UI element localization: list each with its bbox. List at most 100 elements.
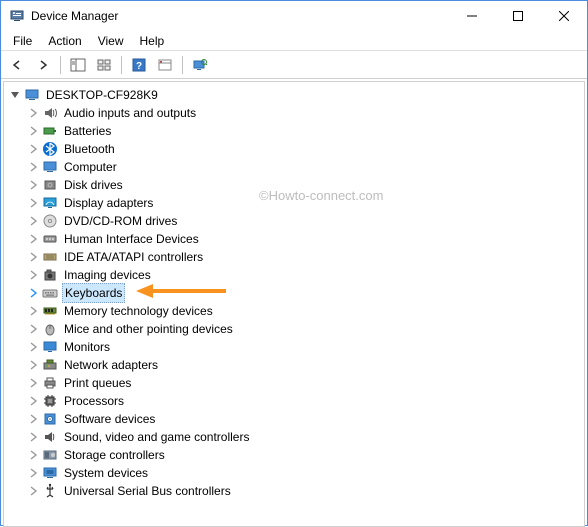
expand-toggle-icon[interactable] <box>26 484 40 498</box>
expand-toggle-icon[interactable] <box>26 412 40 426</box>
forward-button[interactable] <box>31 54 55 76</box>
expand-toggle-icon[interactable] <box>26 358 40 372</box>
category-label: Mice and other pointing devices <box>62 320 235 338</box>
category-label: Processors <box>62 392 126 410</box>
category-label: Software devices <box>62 410 157 428</box>
category-label: Keyboards <box>62 283 125 303</box>
tree-category[interactable]: Audio inputs and outputs <box>8 104 580 122</box>
tree-category[interactable]: Storage controllers <box>8 446 580 464</box>
expand-toggle-icon[interactable] <box>26 268 40 282</box>
category-label: Imaging devices <box>62 266 153 284</box>
titlebar: Device Manager <box>1 1 587 31</box>
tree-category[interactable]: Software devices <box>8 410 580 428</box>
expand-toggle-icon[interactable] <box>26 196 40 210</box>
expand-toggle-icon[interactable] <box>26 250 40 264</box>
device-tree[interactable]: DESKTOP-CF928K9 Audio inputs and outputs… <box>3 81 585 527</box>
tree-category[interactable]: Bluetooth <box>8 140 580 158</box>
tree-category[interactable]: Imaging devices <box>8 266 580 284</box>
show-hide-tree-button[interactable] <box>66 54 90 76</box>
expand-toggle-icon[interactable] <box>26 376 40 390</box>
tree-root[interactable]: DESKTOP-CF928K9 <box>8 86 580 104</box>
memory-icon <box>42 303 58 319</box>
menu-action[interactable]: Action <box>40 32 89 50</box>
printer-icon <box>42 375 58 391</box>
expand-toggle-icon[interactable] <box>26 448 40 462</box>
actions-button[interactable] <box>153 54 177 76</box>
category-label: Memory technology devices <box>62 302 215 320</box>
expand-toggle-icon[interactable] <box>26 106 40 120</box>
expand-toggle-icon[interactable] <box>26 430 40 444</box>
tree-category[interactable]: System devices <box>8 464 580 482</box>
expand-toggle-icon[interactable] <box>26 304 40 318</box>
tree-category[interactable]: IDE ATA/ATAPI controllers <box>8 248 580 266</box>
tree-category[interactable]: Print queues <box>8 374 580 392</box>
expand-toggle-icon[interactable] <box>26 340 40 354</box>
tree-category[interactable]: Keyboards <box>8 284 580 302</box>
category-label: DVD/CD-ROM drives <box>62 212 179 230</box>
back-button[interactable] <box>5 54 29 76</box>
computer-icon <box>24 87 40 103</box>
monitor-icon <box>42 339 58 355</box>
expand-toggle-icon[interactable] <box>26 124 40 138</box>
tree-category[interactable]: Sound, video and game controllers <box>8 428 580 446</box>
category-label: Sound, video and game controllers <box>62 428 251 446</box>
category-label: Print queues <box>62 374 133 392</box>
category-label: Monitors <box>62 338 112 356</box>
category-label: Human Interface Devices <box>62 230 201 248</box>
usb-icon <box>42 483 58 499</box>
expand-toggle-icon[interactable] <box>8 88 22 102</box>
expand-toggle-icon[interactable] <box>26 322 40 336</box>
scan-hardware-button[interactable] <box>188 54 212 76</box>
expand-toggle-icon[interactable] <box>26 160 40 174</box>
tree-category[interactable]: Memory technology devices <box>8 302 580 320</box>
speaker-icon <box>42 105 58 121</box>
dvd-icon <box>42 213 58 229</box>
tree-category[interactable]: Mice and other pointing devices <box>8 320 580 338</box>
tree-category[interactable]: Network adapters <box>8 356 580 374</box>
menu-file[interactable]: File <box>5 32 40 50</box>
bluetooth-icon <box>42 141 58 157</box>
keyboard-icon <box>42 285 58 301</box>
window-title: Device Manager <box>31 9 449 23</box>
network-icon <box>42 357 58 373</box>
help-button[interactable]: ? <box>127 54 151 76</box>
storage-icon <box>42 447 58 463</box>
tree-category[interactable]: Disk drives <box>8 176 580 194</box>
minimize-button[interactable] <box>449 1 495 31</box>
sound-icon <box>42 429 58 445</box>
category-label: Storage controllers <box>62 446 167 464</box>
tree-category[interactable]: Display adapters <box>8 194 580 212</box>
tree-category[interactable]: DVD/CD-ROM drives <box>8 212 580 230</box>
menu-view[interactable]: View <box>90 32 132 50</box>
expand-toggle-icon[interactable] <box>26 178 40 192</box>
tree-category[interactable]: Monitors <box>8 338 580 356</box>
expand-toggle-icon[interactable] <box>26 142 40 156</box>
tree-category[interactable]: Processors <box>8 392 580 410</box>
expand-toggle-icon[interactable] <box>26 286 40 300</box>
category-label: IDE ATA/ATAPI controllers <box>62 248 205 266</box>
maximize-button[interactable] <box>495 1 541 31</box>
system-icon <box>42 465 58 481</box>
expand-toggle-icon[interactable] <box>26 394 40 408</box>
expand-toggle-icon[interactable] <box>26 466 40 480</box>
tree-category[interactable]: Batteries <box>8 122 580 140</box>
menubar: File Action View Help <box>1 31 587 51</box>
properties-button[interactable] <box>92 54 116 76</box>
mouse-icon <box>42 321 58 337</box>
close-button[interactable] <box>541 1 587 31</box>
tree-category[interactable]: Computer <box>8 158 580 176</box>
expand-toggle-icon[interactable] <box>26 214 40 228</box>
battery-icon <box>42 123 58 139</box>
svg-text:?: ? <box>136 61 142 72</box>
tree-category[interactable]: Human Interface Devices <box>8 230 580 248</box>
disk-icon <box>42 177 58 193</box>
tree-category[interactable]: Universal Serial Bus controllers <box>8 482 580 500</box>
camera-icon <box>42 267 58 283</box>
expand-toggle-icon[interactable] <box>26 232 40 246</box>
category-label: System devices <box>62 464 150 482</box>
hid-icon <box>42 231 58 247</box>
toolbar-separator <box>182 56 183 74</box>
toolbar-separator <box>60 56 61 74</box>
menu-help[interactable]: Help <box>132 32 173 50</box>
display-icon <box>42 195 58 211</box>
